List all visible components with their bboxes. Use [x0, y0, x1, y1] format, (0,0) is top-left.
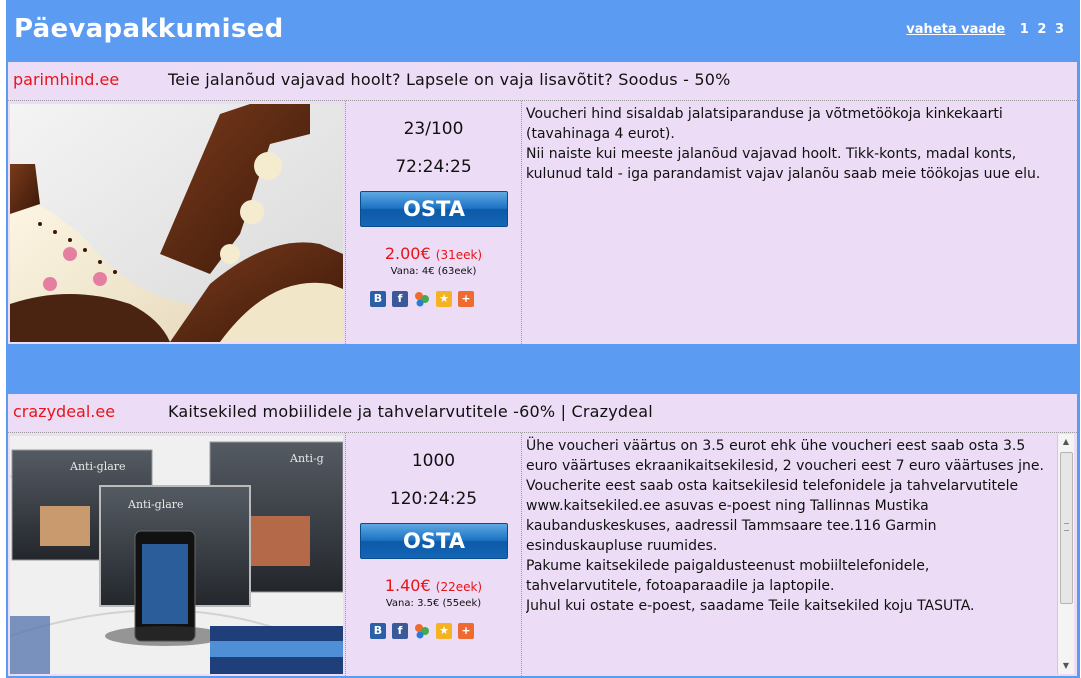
price-eek: (22eek) [435, 580, 483, 594]
deal-card: parimhind.ee Teie jalanõud vajavad hoolt… [8, 62, 1077, 344]
deal-image[interactable]: Anti-glare Anti-g Anti-glare [10, 436, 343, 674]
countdown-timer: 120:24:25 [389, 489, 478, 509]
buy-button[interactable]: OSTA [360, 191, 508, 227]
blogger-icon[interactable]: B [370, 623, 386, 639]
deal-info-column: 23/100 72:24:25 OSTA 2.00€ (31eek) Vana:… [345, 101, 522, 344]
share-icons: B f ★ + [370, 291, 500, 309]
facebook-icon[interactable]: f [392, 623, 408, 639]
page-link-1[interactable]: 1 [1020, 22, 1029, 37]
switch-view-link[interactable]: vaheta vaade [906, 22, 1005, 37]
deal-headline[interactable]: Teie jalanõud vajavad hoolt? Lapsele on … [168, 70, 731, 89]
price-euro: 1.40€ [384, 576, 431, 595]
deal-title-bar: parimhind.ee Teie jalanõud vajavad hoolt… [8, 62, 1077, 101]
description-paragraph: Voucheri hind sisaldab jalatsiparanduse … [526, 106, 1003, 142]
page-title: Päevapakkumised [14, 14, 284, 44]
page-link-2[interactable]: 2 [1037, 22, 1046, 37]
view-nav: vaheta vaade 1 2 3 [906, 22, 1064, 37]
deal-price: 1.40€ (22eek) [346, 576, 521, 595]
description-scrollbar[interactable]: ▲ ▼ [1057, 434, 1074, 674]
buy-button[interactable]: OSTA [360, 523, 508, 559]
header: Päevapakkumised vaheta vaade 1 2 3 [6, 0, 1080, 58]
scroll-thumb[interactable] [1060, 452, 1073, 604]
deal-title-bar: crazydeal.ee Kaitsekiled mobiilidele ja … [8, 394, 1077, 433]
grip-icon [1064, 523, 1069, 531]
image-label: Anti-glare [69, 460, 126, 473]
deal-site-link[interactable]: crazydeal.ee [13, 402, 115, 421]
add-plus-icon[interactable]: + [458, 623, 474, 639]
deal-headline[interactable]: Kaitsekiled mobiilidele ja tahvelarvutit… [168, 402, 653, 421]
deal-description: Voucheri hind sisaldab jalatsiparanduse … [526, 104, 1074, 184]
sold-count: 23/100 [403, 119, 464, 139]
deal-info-column: 1000 120:24:25 OSTA 1.40€ (22eek) Vana: … [345, 433, 522, 676]
image-label: Anti-glare [127, 498, 184, 511]
deal-card: crazydeal.ee Kaitsekiled mobiilidele ja … [8, 394, 1077, 676]
old-price: Vana: 4€ (63eek) [390, 266, 477, 277]
description-paragraph: Pakume kaitsekilede paigaldusteenust mob… [526, 558, 930, 594]
delicious-icon[interactable] [414, 291, 430, 307]
deal-image[interactable] [10, 104, 343, 342]
deals-widget: Päevapakkumised vaheta vaade 1 2 3 parim… [6, 0, 1080, 678]
deal-price: 2.00€ (31eek) [346, 244, 521, 263]
scroll-down-icon[interactable]: ▼ [1058, 658, 1074, 674]
description-paragraph: Ühe voucheri väärtus on 3.5 eurot ehk üh… [526, 438, 1044, 474]
share-icons: B f ★ + [370, 623, 500, 641]
blogger-icon[interactable]: B [370, 291, 386, 307]
description-paragraph: Nii naiste kui meeste jalanõud vajavad h… [526, 146, 1041, 182]
page-link-3[interactable]: 3 [1055, 22, 1064, 37]
sold-count: 1000 [411, 451, 456, 471]
description-paragraph: Voucherite eest saab osta kaitsekilesid … [526, 478, 1019, 554]
favorite-star-icon[interactable]: ★ [436, 291, 452, 307]
description-paragraph: Juhul kui ostate e-poest, saadame Teile … [526, 598, 975, 614]
image-label: Anti-g [289, 452, 324, 465]
old-price: Vana: 3.5€ (55eek) [385, 598, 482, 609]
delicious-icon[interactable] [414, 623, 430, 639]
favorite-star-icon[interactable]: ★ [436, 623, 452, 639]
deal-description[interactable]: Ühe voucheri väärtus on 3.5 eurot ehk üh… [526, 436, 1046, 674]
deal-site-link[interactable]: parimhind.ee [13, 70, 119, 89]
price-euro: 2.00€ [384, 244, 431, 263]
scroll-up-icon[interactable]: ▲ [1058, 434, 1074, 450]
add-plus-icon[interactable]: + [458, 291, 474, 307]
price-eek: (31eek) [435, 248, 483, 262]
countdown-timer: 72:24:25 [395, 157, 472, 177]
facebook-icon[interactable]: f [392, 291, 408, 307]
